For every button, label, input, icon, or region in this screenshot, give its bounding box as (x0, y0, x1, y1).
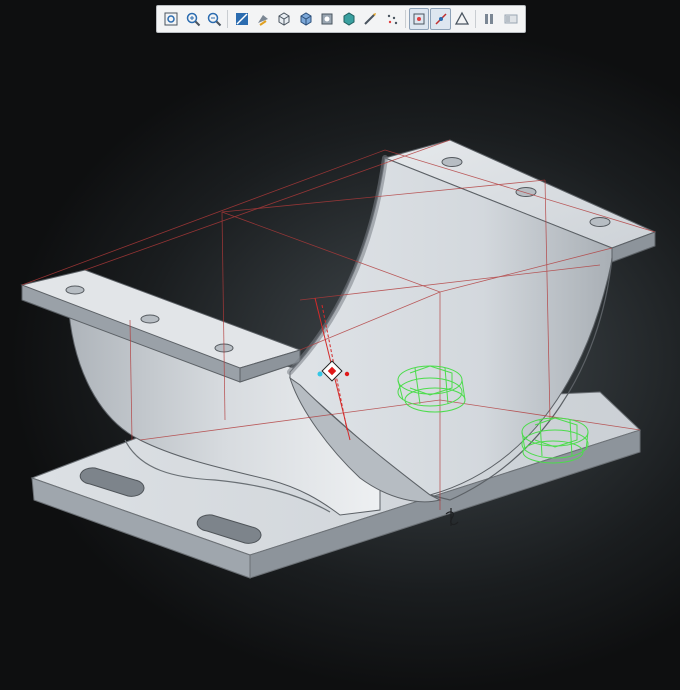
previous-view-button[interactable] (231, 8, 251, 30)
hide-show-items-button[interactable] (317, 8, 337, 30)
sketch-point (317, 371, 323, 377)
display-pane-button[interactable] (501, 8, 521, 30)
edit-appearance-button[interactable] (339, 8, 359, 30)
view-settings-icon (387, 14, 397, 25)
zoom-in-icon (186, 12, 200, 27)
toolbar-separator (475, 10, 477, 28)
triad-button[interactable] (452, 8, 472, 30)
apply-scene-icon (364, 13, 377, 25)
pause-icon (485, 14, 494, 24)
heads-up-view-toolbar (156, 5, 526, 33)
section-view-icon (257, 15, 268, 26)
bolt-hole (140, 314, 160, 324)
toolbar-separator (404, 10, 406, 28)
sketch-fillet-icon (434, 13, 447, 25)
zoom-out-button[interactable] (204, 8, 224, 30)
view-orientation-icon (278, 12, 290, 26)
pause-button[interactable] (479, 8, 499, 30)
zoom-in-button[interactable] (182, 8, 202, 30)
edit-appearance-icon (343, 12, 355, 26)
view-sketch-relations-icon (413, 13, 425, 25)
graphics-area[interactable] (0, 0, 680, 690)
zoom-out-icon (207, 12, 222, 27)
view-orientation-button[interactable] (274, 8, 294, 30)
sketch-fillet-button[interactable] (430, 8, 451, 30)
section-view-button[interactable] (253, 8, 273, 30)
zoom-to-fit-icon (164, 12, 178, 26)
model-view[interactable] (0, 0, 680, 690)
display-style-button[interactable] (296, 8, 316, 30)
zoom-to-fit-button[interactable] (161, 8, 181, 30)
sketch-point (344, 371, 350, 377)
bolt-hole (589, 217, 611, 227)
bolt-hole (65, 285, 85, 295)
view-settings-button[interactable] (381, 8, 401, 30)
previous-view-icon (235, 13, 248, 25)
display-style-icon (300, 12, 312, 26)
apply-scene-button[interactable] (360, 8, 380, 30)
toolbar-separator (227, 10, 229, 28)
bolt-hole (441, 157, 463, 167)
hide-show-items-icon (321, 13, 333, 25)
display-pane-icon (504, 14, 518, 24)
triad-icon (454, 11, 470, 25)
view-sketch-relations-button[interactable] (408, 8, 430, 30)
